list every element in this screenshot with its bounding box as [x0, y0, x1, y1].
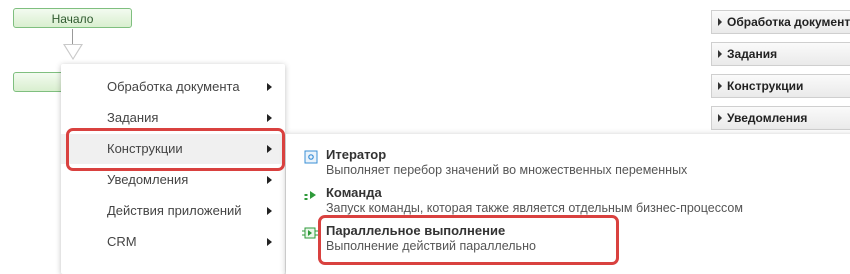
chevron-right-icon	[267, 114, 272, 122]
highlight-constructions	[66, 128, 285, 171]
menu-item-label: Действия приложений	[107, 203, 242, 218]
menu-item-label: Задания	[107, 110, 159, 125]
panel-item-tasks[interactable]: Задания	[711, 42, 850, 66]
iterator-icon	[304, 150, 318, 164]
expand-icon	[718, 50, 722, 58]
submenu-item-title: Итератор	[326, 147, 387, 162]
command-icon	[304, 191, 316, 200]
submenu-item-description: Запуск команды, которая также является о…	[326, 201, 743, 215]
menu-item-document-processing[interactable]: Обработка документа	[61, 72, 285, 102]
panel-item-notifications[interactable]: Уведомления	[711, 106, 850, 130]
submenu-item-command[interactable]: Команда Запуск команды, которая также яв…	[304, 185, 743, 215]
start-node[interactable]: Начало	[13, 8, 132, 28]
parallel-icon	[302, 227, 318, 239]
menu-item-app-actions[interactable]: Действия приложений	[61, 196, 285, 226]
panel-item-document-processing[interactable]: Обработка документ	[711, 10, 850, 34]
menu-item-label: Обработка документа	[107, 79, 240, 94]
add-step-arrow[interactable]	[63, 44, 83, 60]
highlight-parallel	[318, 215, 619, 265]
panel-item-constructions[interactable]: Конструкции	[711, 74, 850, 98]
menu-item-label: Уведомления	[107, 172, 189, 187]
chevron-right-icon	[267, 176, 272, 184]
panel-item-label: Задания	[727, 47, 778, 61]
expand-icon	[718, 18, 722, 26]
submenu-item-title: Команда	[326, 185, 382, 200]
connector-line	[72, 29, 73, 45]
submenu-item-iterator[interactable]: Итератор Выполняет перебор значений во м…	[304, 147, 688, 177]
submenu-item-description: Выполняет перебор значений во множествен…	[326, 163, 688, 177]
panel-item-label: Конструкции	[727, 79, 804, 93]
expand-icon	[718, 114, 722, 122]
chevron-right-icon	[267, 207, 272, 215]
expand-icon	[718, 82, 722, 90]
chevron-right-icon	[267, 238, 272, 246]
menu-item-crm[interactable]: CRM	[61, 227, 285, 257]
panel-item-label: Уведомления	[727, 111, 808, 125]
panel-item-label: Обработка документ	[727, 15, 850, 29]
chevron-right-icon	[267, 83, 272, 91]
menu-item-label: CRM	[107, 234, 137, 249]
